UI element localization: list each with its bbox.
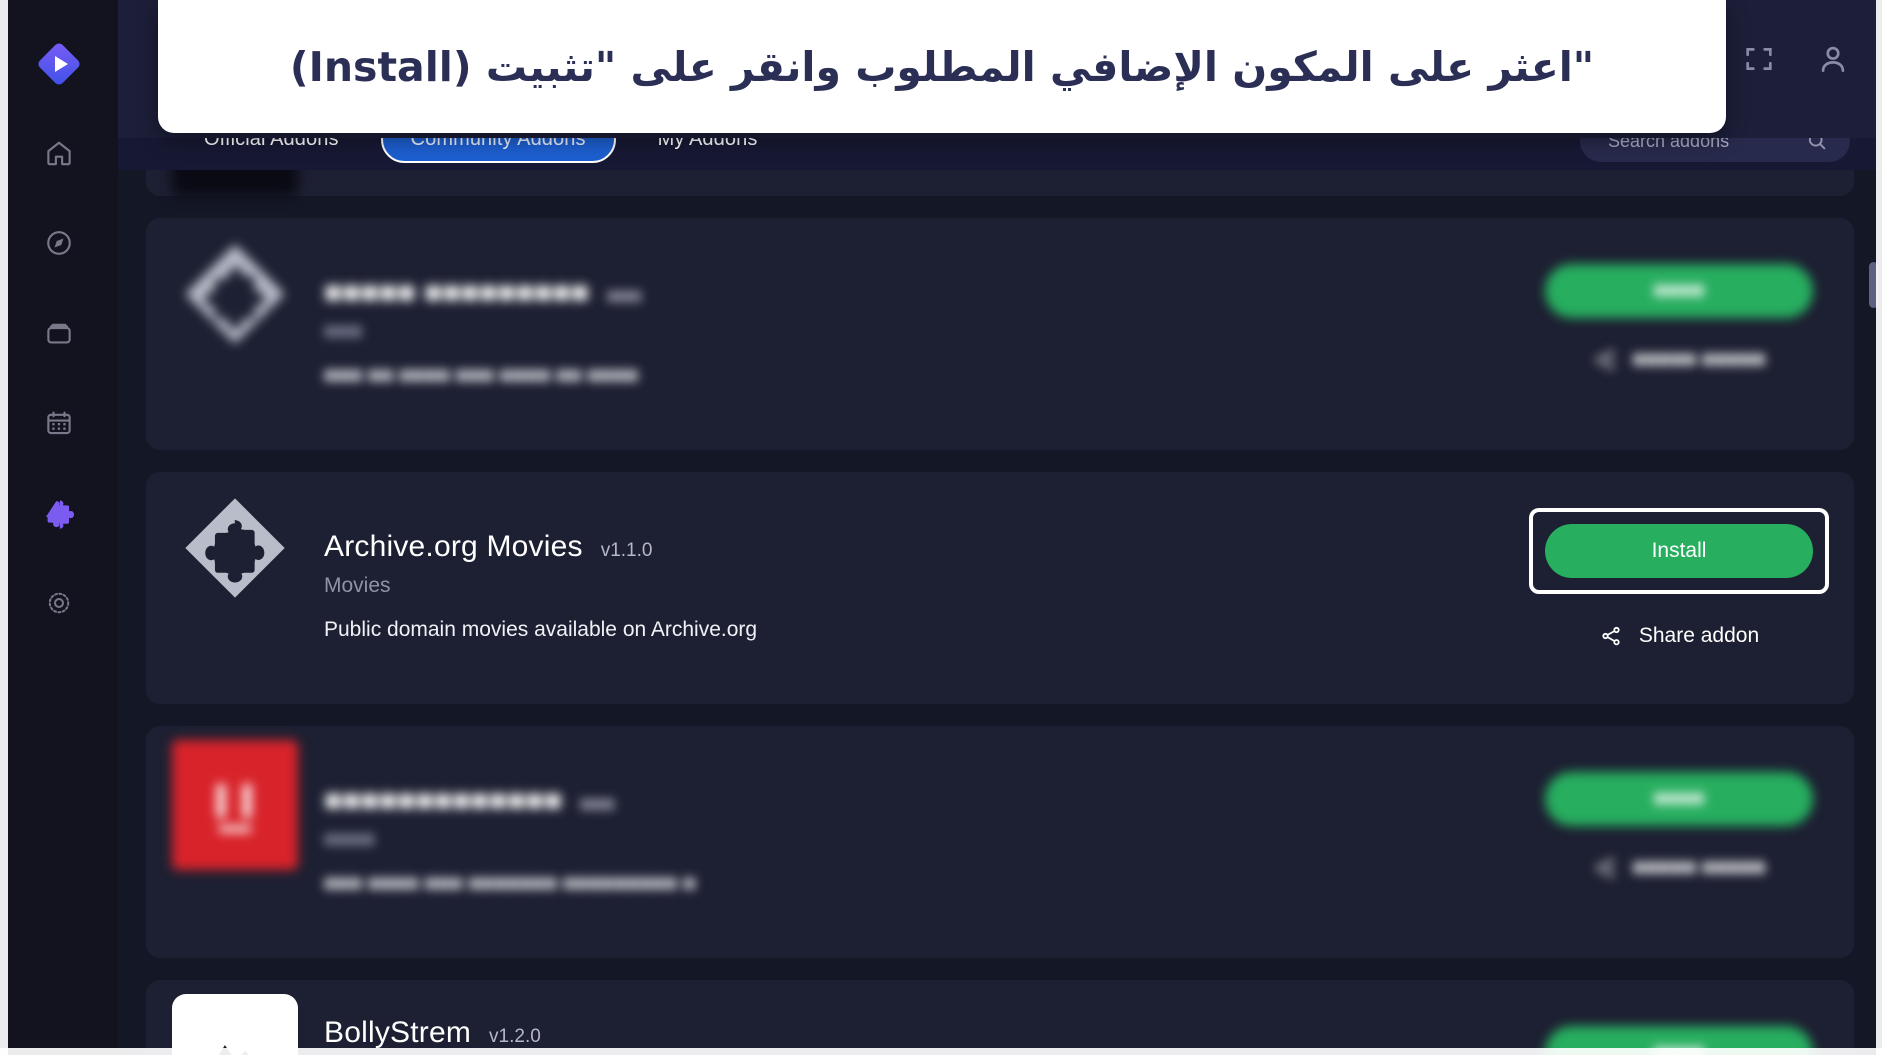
addon-icon (146, 472, 324, 610)
sidebar (0, 0, 118, 1055)
share-addon-label: ■■■■■ ■■■■■ (1632, 348, 1766, 371)
addon-actions: Install Share addon (1524, 472, 1854, 648)
share-addon-label: ■■■■■ ■■■■■ (1632, 856, 1766, 879)
share-icon (1596, 350, 1614, 370)
addon-description: Public domain movies available on Archiv… (324, 618, 758, 641)
frame-edge-right (1876, 0, 1882, 1055)
addon-title: BollyStrem (324, 1016, 472, 1049)
install-button[interactable]: Install (1545, 524, 1813, 578)
share-addon-button[interactable]: ■■■■■ ■■■■■ (1593, 856, 1766, 880)
fullscreen-icon[interactable] (1742, 42, 1776, 76)
addon-type: Movies (324, 574, 391, 597)
stremio-logo-icon[interactable] (33, 38, 85, 90)
frame-edge-left (0, 0, 8, 1055)
compass-icon (47, 231, 71, 255)
addon-info: Archive.org Movies v1.1.0 Movies Public … (324, 472, 1524, 642)
install-button-highlight: Install (1529, 508, 1829, 594)
addon-icon (146, 170, 324, 196)
addon-type: ■■■■ (324, 828, 375, 851)
addon-row[interactable]: ■■■■■ ■■■■■■■■■ ■■■ ■■■ ■■■ ■■ ■■■■ ■■■ … (146, 218, 1854, 450)
addon-actions: ■■■■ ■■■■■ ■■■■■ (1524, 726, 1854, 880)
puzzle-icon (45, 500, 75, 529)
share-icon (1602, 626, 1620, 646)
sidebar-item-home[interactable] (32, 126, 86, 180)
sidebar-item-calendar[interactable] (32, 396, 86, 450)
addon-version: v1.1.0 (600, 540, 653, 561)
addon-logo-white (172, 994, 298, 1055)
addon-title: Archive.org Movies (324, 530, 583, 563)
share-addon-button[interactable]: ■■■■■ ■■■■■ (1593, 348, 1766, 372)
addon-logo-dark-teal (172, 170, 298, 196)
addon-logo-diamond-puzzle (185, 244, 285, 344)
instruction-banner: "اعثر على المكون الإضافي المطلوب وانقر ع… (158, 0, 1726, 133)
addon-logo-diamond-puzzle (185, 498, 285, 598)
header-icon-group (1742, 42, 1850, 76)
addon-logo-red (172, 740, 298, 870)
install-button[interactable]: ■■■■ (1545, 772, 1813, 826)
user-icon[interactable] (1816, 42, 1850, 76)
addon-info: ■■■■■■■■■■■■■ ■■■ ■■■■ ■■■ ■■■■ ■■■ ■■■■… (324, 726, 1524, 896)
addon-icon (146, 726, 324, 870)
install-button[interactable]: ■■■■ (1545, 264, 1813, 318)
addon-list[interactable]: ■■■■ ■ ■■■■ ■■■ ■■ ■■■ ■ ■■ ■ ■■ ■■ ■■ ■■ ■■■ … (118, 170, 1882, 1055)
red-logo-glyph-icon (217, 784, 251, 832)
share-addon-label: Share addon (1638, 624, 1760, 647)
addon-type: ■■■ (324, 320, 363, 343)
addon-title: ■■■■■ ■■■■■■■■■ (324, 276, 590, 309)
sidebar-item-addons[interactable] (32, 486, 86, 540)
addon-info: BollyStrem v1.2.0 (324, 980, 1524, 1050)
addon-row-bollystrem[interactable]: BollyStrem v1.2.0 ■■■■ (146, 980, 1854, 1055)
library-icon (47, 323, 71, 344)
addon-row[interactable]: ■■■■■■■■■■■■■ ■■■ ■■■■ ■■■ ■■■■ ■■■ ■■■■… (146, 726, 1854, 958)
instruction-banner-text: "اعثر على المكون الإضافي المطلوب وانقر ع… (289, 42, 1595, 91)
addon-row[interactable]: ■■■■ ■■■■■ ■■■ ■■■■■■ ■■■ ■■■■ ■■ ■■■■■ … (146, 170, 1854, 196)
addon-icon (146, 980, 324, 1055)
addon-description: ■■■ ■■ ■■■■ ■■■ ■■■■ ■■ ■■■■ (324, 364, 639, 387)
calendar-icon (47, 411, 71, 435)
addon-description: ■■■ ■■■■ ■■■ ■■■■■■■ ■■■■■■■■■ ■ (324, 872, 696, 895)
sidebar-item-library[interactable] (32, 306, 86, 360)
addon-version: ■■■ (607, 286, 642, 307)
addon-icon (146, 218, 324, 356)
sidebar-item-discover[interactable] (32, 216, 86, 270)
addon-info: ■■■■■ ■■■■■■■■■ ■■■ ■■■ ■■■ ■■ ■■■■ ■■■ … (324, 218, 1524, 388)
addon-version: ■■■ (580, 794, 615, 815)
frame-edge-bottom (0, 1048, 1882, 1055)
share-addon-button[interactable]: Share addon (1599, 624, 1759, 648)
addon-actions: ■■■■ (1524, 980, 1854, 1055)
addon-row-archive-org-movies[interactable]: Archive.org Movies v1.1.0 Movies Public … (146, 472, 1854, 704)
stremio-addons-window: Official Addons Community Addons My Addo… (0, 0, 1882, 1055)
share-icon (1596, 858, 1614, 878)
home-icon (47, 141, 71, 166)
addon-actions: ■■■■ ■■■■■ ■■■■■ (1524, 218, 1854, 372)
gear-icon (48, 592, 70, 614)
addon-version: v1.2.0 (489, 1026, 541, 1047)
addon-title: ■■■■■■■■■■■■■ (324, 784, 563, 817)
sidebar-item-settings[interactable] (32, 576, 86, 630)
